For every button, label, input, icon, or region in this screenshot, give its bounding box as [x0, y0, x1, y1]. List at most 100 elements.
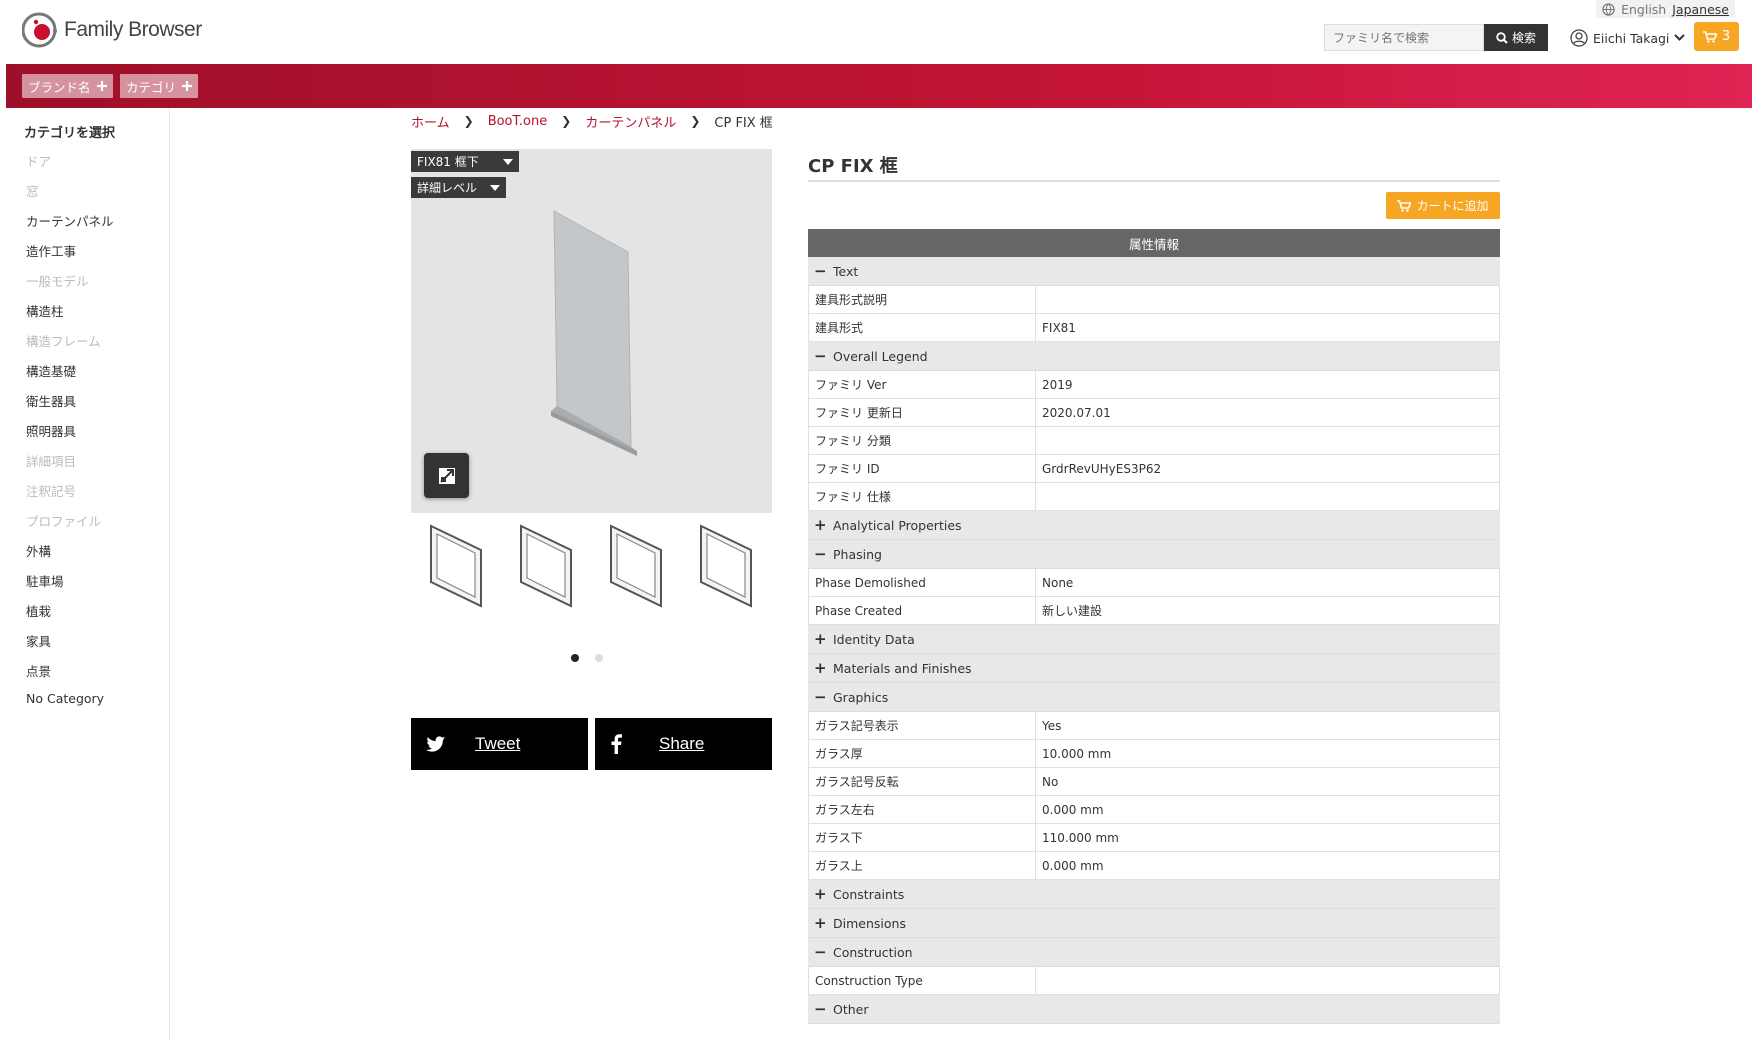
plus-icon [182, 81, 193, 91]
attribute-row: ファミリ ID GrdrRevUHyES3P62 [808, 455, 1500, 483]
attribute-key: ファミリ Ver [809, 371, 1036, 398]
attribute-row: ガラス左右 0.000 mm [808, 796, 1500, 824]
sidebar-item[interactable]: 駐車場 [26, 571, 64, 590]
brand-filter-label: ブランド名 [28, 79, 91, 95]
attribute-key: Construction Type [809, 967, 1036, 994]
attribute-row: ファミリ 更新日 2020.07.01 [808, 399, 1500, 427]
minus-icon: − [814, 687, 827, 706]
top-bar: Family Browser English Japanese 検索 Eiich… [0, 0, 1757, 64]
attribute-group-toggle[interactable]: − Construction [808, 938, 1500, 967]
thumbnail-3[interactable] [607, 520, 667, 608]
sidebar-item[interactable]: 造作工事 [26, 241, 76, 260]
breadcrumb-category[interactable]: カーテンパネル [585, 112, 676, 131]
caret-down-icon [490, 184, 500, 191]
search-button[interactable]: 検索 [1484, 24, 1548, 51]
cart-icon [1397, 199, 1412, 212]
detail-level-select[interactable]: 詳細レベル [411, 177, 506, 198]
logo-text: Family Browser [64, 18, 202, 41]
sidebar-item[interactable]: 構造柱 [26, 301, 64, 320]
sidebar-item[interactable]: No Category [26, 691, 104, 706]
attribute-group-label: Graphics [833, 689, 889, 705]
lang-japanese-link[interactable]: Japanese [1672, 2, 1729, 17]
facebook-share-button[interactable]: Share [595, 718, 772, 770]
chevron-right-icon: ❯ [463, 114, 474, 128]
cart-count: 3 [1721, 29, 1731, 44]
search-input[interactable] [1324, 24, 1484, 51]
sidebar-item[interactable]: 家具 [26, 631, 51, 650]
globe-icon [1602, 2, 1615, 16]
expand-icon [438, 467, 455, 484]
minus-icon: − [814, 346, 827, 365]
tweet-button[interactable]: Tweet [411, 718, 588, 770]
attribute-group-toggle[interactable]: + Constraints [808, 880, 1500, 909]
carousel-dot-1[interactable] [571, 654, 579, 662]
sidebar-item[interactable]: 衛生器具 [26, 391, 76, 410]
attribute-row: ファミリ 分類 [808, 427, 1500, 455]
attribute-key: Phase Created [809, 597, 1036, 624]
thumbnail-4[interactable] [697, 520, 757, 608]
attribute-group-toggle[interactable]: − Graphics [808, 683, 1500, 712]
attribute-value: FIX81 [1042, 320, 1076, 335]
sidebar-item[interactable]: 照明器具 [26, 421, 76, 440]
thumbnail-1[interactable] [427, 520, 487, 608]
attribute-group-toggle[interactable]: + Identity Data [808, 625, 1500, 654]
plus-icon: + [814, 884, 827, 903]
attribute-group-label: Constraints [833, 886, 905, 902]
attribute-value [1036, 483, 1499, 510]
attribute-value: 0.000 mm [1042, 858, 1104, 873]
attribute-group-toggle[interactable]: − Overall Legend [808, 342, 1500, 371]
attribute-group-toggle[interactable]: + Analytical Properties [808, 511, 1500, 540]
attribute-row: ファミリ 仕様 [808, 483, 1500, 511]
attribute-group-toggle[interactable]: − Text [808, 257, 1500, 286]
sidebar-item[interactable]: 構造基礎 [26, 361, 76, 380]
cart-button[interactable]: 3 [1694, 22, 1739, 51]
lang-english-link[interactable]: English [1621, 2, 1666, 17]
attribute-row: Construction Type [808, 967, 1500, 995]
share-label: Share [659, 734, 705, 753]
attribute-row: ガラス厚 10.000 mm [808, 740, 1500, 768]
sidebar-item[interactable]: 点景 [26, 661, 51, 680]
attribute-group-toggle[interactable]: − Phasing [808, 540, 1500, 569]
add-to-cart-button[interactable]: カートに追加 [1386, 192, 1500, 219]
type-select-value: FIX81 框下 [417, 155, 479, 169]
attribute-group-toggle[interactable]: + Dimensions [808, 909, 1500, 938]
type-select[interactable]: FIX81 框下 [411, 151, 519, 172]
brand-filter-button[interactable]: ブランド名 [22, 74, 113, 98]
tweet-label: Tweet [475, 734, 521, 753]
attribute-group-toggle[interactable]: − Other [808, 995, 1500, 1024]
attribute-group-label: Construction [833, 944, 913, 960]
sidebar-item: 注釈記号 [26, 484, 77, 499]
attribute-group-label: Dimensions [833, 915, 906, 931]
minus-icon: − [814, 544, 827, 563]
logo[interactable]: Family Browser [22, 10, 202, 50]
product-panel: CP FIX 框 カートに追加 属性情報 − Text 建具形式説明 建具形式 FIX8… [808, 140, 1500, 1024]
attribute-row: ファミリ Ver 2019 [808, 371, 1500, 399]
minus-icon: − [814, 942, 827, 961]
attribute-group-toggle[interactable]: + Materials and Finishes [808, 654, 1500, 683]
logo-icon [22, 12, 57, 48]
sidebar-item[interactable]: 植栽 [26, 601, 51, 620]
breadcrumb-brand[interactable]: BooT.one [488, 114, 548, 129]
attribute-key: 建具形式説明 [809, 286, 1036, 313]
category-filter-button[interactable]: カテゴリ [120, 74, 199, 98]
attribute-key: ガラス左右 [809, 796, 1036, 823]
sidebar-item[interactable]: カーテンパネル [26, 211, 114, 230]
sidebar-item: 詳細項目 [26, 454, 77, 469]
minus-icon: − [814, 261, 827, 280]
facebook-icon [611, 734, 622, 754]
attribute-value: 2020.07.01 [1042, 405, 1111, 420]
sidebar-item: ドア [26, 154, 52, 169]
carousel-dot-2[interactable] [595, 654, 603, 662]
attributes-table: 属性情報 − Text 建具形式説明 建具形式 FIX81− Overall Legend… [808, 229, 1500, 1024]
add-to-cart-label: カートに追加 [1416, 199, 1489, 213]
sidebar-title: カテゴリを選択 [24, 126, 116, 141]
model-viewer[interactable]: FIX81 框下 詳細レベル [411, 149, 772, 513]
attribute-row: ガラス記号反転 No [808, 768, 1500, 796]
fullscreen-button[interactable] [424, 453, 469, 498]
sidebar-item[interactable]: 外構 [26, 541, 51, 560]
attribute-key: ファミリ ID [809, 455, 1036, 482]
thumbnail-2[interactable] [517, 520, 577, 608]
breadcrumb-home[interactable]: ホーム [411, 112, 450, 131]
user-menu[interactable]: Eiichi Takagi [1570, 27, 1686, 49]
attribute-row: 建具形式 FIX81 [808, 314, 1500, 342]
